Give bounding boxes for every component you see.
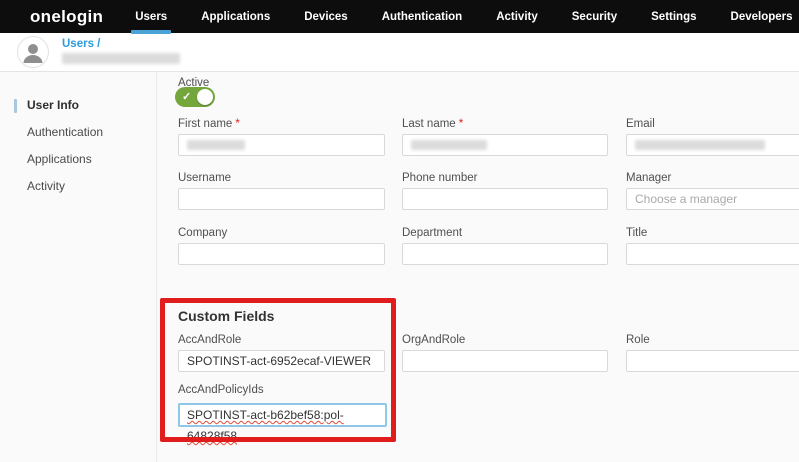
required-asterisk: * [459,118,463,130]
nav-item-label: Authentication [382,11,463,23]
sidebar-item-label: User Info [27,98,79,112]
active-tab-indicator [131,30,171,34]
nav-item-label: Security [572,11,617,23]
nav-menu: Users Applications Devices Authenticatio… [133,2,794,32]
department-label: Department [402,227,608,239]
last-name-field-wrap [402,134,608,156]
nav-item-users[interactable]: Users [133,2,169,32]
redacted-value [411,140,487,150]
accandpolicyids-field-wrap: SPOTINST-act-b62bef58:pol-64828f58 [178,403,387,427]
active-toggle[interactable]: ✓ [175,87,215,107]
title-input[interactable] [626,243,799,265]
phone-number-label: Phone number [402,172,608,184]
accandpolicyids-input[interactable]: SPOTINST-act-b62bef58:pol-64828f58 [178,403,387,427]
sidebar: User Info Authentication Applications Ac… [0,72,157,462]
role-label: Role [626,334,799,346]
accandrole-label: AccAndRole [178,334,385,346]
nav-item-activity[interactable]: Activity [494,2,540,32]
nav-item-authentication[interactable]: Authentication [380,2,465,32]
nav-item-devices[interactable]: Devices [302,2,349,32]
sidebar-item-applications[interactable]: Applications [0,146,156,173]
onelogin-logo: onelogin [30,7,103,27]
nav-item-label: Applications [201,11,270,23]
manager-input[interactable] [626,188,799,210]
label-text: Last name [402,118,456,130]
organdrole-input[interactable] [402,350,608,372]
sidebar-item-user-info[interactable]: User Info [0,92,156,119]
active-item-indicator [14,99,17,113]
manager-label: Manager [626,172,799,184]
toggle-knob [197,89,213,105]
role-field-wrap [626,350,799,372]
email-label: Email [626,118,799,130]
username-input[interactable] [178,188,385,210]
user-info-form: Active ✓ First name* Last name* Email Us… [157,72,799,462]
sidebar-item-label: Activity [27,179,65,193]
redacted-value [187,140,245,150]
user-avatar [17,36,49,68]
username-field-wrap [178,188,385,210]
nav-item-developers[interactable]: Developers [729,2,795,32]
organdrole-label: OrgAndRole [402,334,608,346]
accandpolicyids-label: AccAndPolicyIds [178,384,385,396]
accandrole-field-wrap [178,350,385,372]
phone-number-input[interactable] [402,188,608,210]
breadcrumb-username-redacted [62,53,180,64]
spellcheck-flagged-value: SPOTINST-act-b62bef58:pol-64828f58 [187,408,344,443]
nav-item-security[interactable]: Security [570,2,619,32]
company-field-wrap [178,243,385,265]
first-name-label: First name* [178,118,385,130]
nav-item-label: Developers [731,11,793,23]
sidebar-item-label: Applications [27,152,92,166]
required-asterisk: * [235,118,239,130]
custom-fields-heading: Custom Fields [178,308,274,324]
first-name-field-wrap [178,134,385,156]
username-label: Username [178,172,385,184]
title-label: Title [626,227,799,239]
nav-item-label: Activity [496,11,538,23]
title-field-wrap [626,243,799,265]
label-text: First name [178,118,232,130]
top-nav: onelogin Users Applications Devices Auth… [0,0,799,33]
manager-field-wrap [626,188,799,210]
nav-item-label: Devices [304,11,347,23]
check-icon: ✓ [182,90,191,103]
sidebar-item-activity[interactable]: Activity [0,173,156,200]
nav-item-settings[interactable]: Settings [649,2,698,32]
person-icon [17,36,49,68]
sidebar-item-authentication[interactable]: Authentication [0,119,156,146]
company-input[interactable] [178,243,385,265]
breadcrumb-users-link[interactable]: Users / [62,38,100,50]
last-name-label: Last name* [402,118,608,130]
department-input[interactable] [402,243,608,265]
organdrole-field-wrap [402,350,608,372]
breadcrumb-bar: Users / [0,33,799,72]
redacted-value [635,140,765,150]
nav-item-label: Settings [651,11,696,23]
nav-item-applications[interactable]: Applications [199,2,272,32]
department-field-wrap [402,243,608,265]
accandrole-input[interactable] [178,350,385,372]
sidebar-item-label: Authentication [27,125,103,139]
nav-item-label: Users [135,11,167,23]
company-label: Company [178,227,385,239]
phone-number-field-wrap [402,188,608,210]
email-field-wrap [626,134,799,156]
role-input[interactable] [626,350,799,372]
